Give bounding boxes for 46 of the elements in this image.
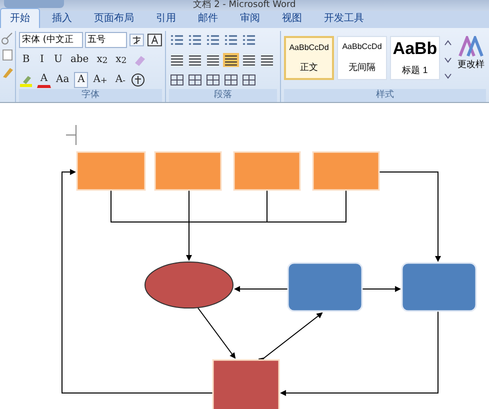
connector [234, 286, 288, 292]
format-button[interactable]: abe [67, 52, 92, 68]
list-icon[interactable] [187, 32, 203, 46]
style-option[interactable]: AaBbCcDd 无间隔 [337, 36, 387, 80]
align-icon[interactable] [259, 52, 275, 66]
ribbon-tab[interactable]: 引用 [146, 8, 186, 28]
align-icon[interactable] [187, 52, 203, 66]
enclosed-character-icon[interactable] [130, 72, 146, 86]
format-button[interactable]: A [74, 72, 88, 88]
list-icon[interactable] [241, 32, 257, 46]
paragraph-tool-icon[interactable] [241, 72, 257, 86]
font-name-field[interactable]: 宋体 (中文正 [19, 32, 83, 48]
paragraph-tool-icon[interactable] [223, 72, 239, 86]
group-label: 样式 [284, 89, 486, 102]
list-icon[interactable] [205, 32, 221, 46]
ribbon-tab[interactable]: 页面布局 [84, 8, 144, 28]
style-option[interactable]: AaBb 标题 1 [390, 36, 440, 80]
group-label: 段落 [169, 89, 277, 102]
ribbon-tab[interactable]: 插入 [42, 8, 82, 28]
font-size-field[interactable]: 五号 [84, 32, 128, 48]
align-icon[interactable] [205, 52, 221, 66]
align-icon[interactable] [223, 52, 239, 66]
paragraph-tool-icon[interactable] [205, 72, 221, 86]
group-label: 字体 [19, 89, 162, 102]
connector [362, 286, 401, 292]
format-button[interactable]: B [19, 52, 33, 68]
list-icon[interactable] [223, 32, 239, 46]
ribbon-tab[interactable]: 邮件 [188, 8, 228, 28]
style-option[interactable]: AaBbCcDd 正文 [284, 36, 334, 80]
ribbon-tab[interactable]: 开始 [0, 8, 40, 28]
format-button[interactable]: U [51, 52, 66, 68]
paragraph-tool-icon[interactable] [169, 72, 185, 86]
ribbon-tab[interactable]: 视图 [272, 8, 312, 28]
margin-mark [66, 124, 76, 146]
format-button[interactable]: I [35, 52, 49, 68]
character-border-icon[interactable] [146, 32, 162, 46]
ribbon-tab[interactable]: 开发工具 [314, 8, 374, 28]
align-icon[interactable] [241, 52, 257, 66]
paragraph-tool-icon[interactable] [187, 72, 203, 86]
list-icon[interactable] [169, 32, 185, 46]
change-styles-button[interactable]: 更改样 [456, 36, 486, 71]
phonetic-guide-icon[interactable] [129, 32, 145, 46]
format-button[interactable]: Aa [53, 72, 72, 88]
align-icon[interactable] [169, 52, 185, 66]
ribbon-tab[interactable]: 审阅 [230, 8, 270, 28]
styles-icon [458, 36, 484, 58]
